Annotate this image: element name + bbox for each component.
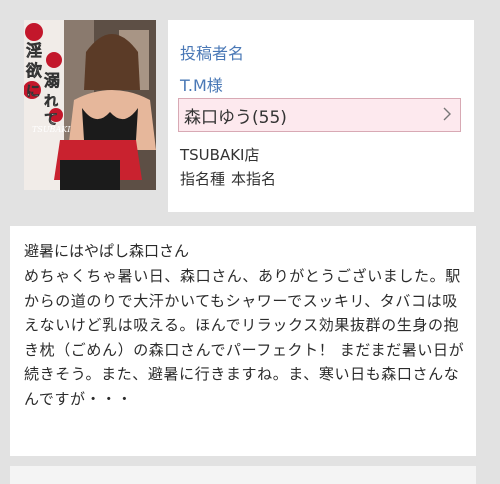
review-card: 避暑にはやぱし森口さん めちゃくちゃ暑い日、森口さん、ありがとうございました。駅…: [10, 226, 476, 456]
svg-text:に: に: [26, 84, 40, 100]
poster-label: 投稿者名: [180, 44, 245, 63]
svg-text:欲: 欲: [25, 61, 42, 80]
cast-profile-button[interactable]: 森口ゆう(55): [178, 98, 461, 132]
nomination-label: 指名種: [180, 170, 226, 188]
nomination-value: 本指名: [231, 170, 277, 188]
post-info-panel: 投稿者名 T.M様 森口ゆう(55) TSUBAKI店 指名種 本指名: [168, 20, 474, 212]
svg-text:溺: 溺: [44, 71, 60, 90]
review-title: 避暑にはやぱし森口さん: [24, 242, 190, 260]
shop-name: TSUBAKI店: [180, 146, 260, 164]
svg-text:TSUBAKI: TSUBAKI: [32, 125, 71, 134]
review-body: めちゃくちゃ暑い日、森口さん、ありがとうございました。駅からの道のりで大汗かいて…: [24, 267, 465, 408]
svg-text:淫: 淫: [26, 41, 42, 60]
nomination-type: 指名種 本指名: [180, 168, 276, 189]
svg-text:れ: れ: [44, 94, 58, 110]
next-card-edge: [10, 466, 476, 484]
chevron-right-icon: [443, 107, 451, 121]
cast-name: 森口ゆう(55): [184, 107, 287, 128]
cast-photo[interactable]: 淫 欲 に 溺 れ て TSUBAKI: [24, 20, 156, 190]
poster-name[interactable]: T.M様: [180, 72, 223, 96]
cast-photo-image: 淫 欲 に 溺 れ て TSUBAKI: [24, 20, 156, 190]
post-header-card: 淫 欲 に 溺 れ て TSUBAKI 投稿者名 T.M様 森口ゆう(55) T…: [10, 10, 480, 214]
